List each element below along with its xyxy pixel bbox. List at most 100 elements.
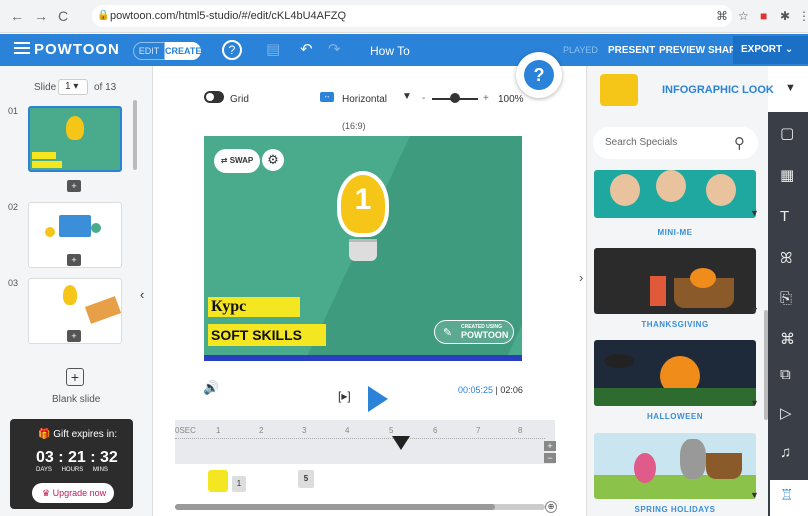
url-text[interactable]: powtoon.com/html5-studio/#/edit/cKL4bU4A… (110, 10, 346, 22)
present-button[interactable]: PRESENT (608, 45, 655, 56)
menu-dots-icon[interactable]: ⋮ (798, 9, 808, 23)
shapes-icon[interactable]: ⌘ (780, 330, 795, 348)
add-slide-icon[interactable]: + (67, 180, 81, 192)
tick-label: 2 (259, 426, 264, 435)
props-icon[interactable]: ⎘ (780, 290, 792, 307)
tick-label: 3 (302, 426, 307, 435)
slides-scrollbar[interactable] (133, 100, 137, 170)
gear-icon[interactable]: ⚙ (262, 149, 284, 171)
blank-slide-label[interactable]: Blank slide (52, 394, 100, 405)
special-label: MINI-ME (657, 228, 693, 237)
reload-icon[interactable]: C (58, 8, 68, 24)
slide-title-line1[interactable]: Курс (208, 297, 300, 317)
add-slide-icon[interactable]: + (67, 330, 81, 342)
track-item-bulb[interactable] (208, 470, 228, 492)
create-mode-button[interactable]: CREATE (165, 42, 201, 60)
special-card-spring-holidays[interactable] (594, 433, 756, 499)
notes-icon[interactable]: ▤ (266, 40, 280, 58)
mins-label: MINS (92, 467, 108, 473)
video-icon[interactable]: ▷ (780, 404, 792, 422)
play-button[interactable] (368, 386, 388, 412)
time-total: 02:06 (500, 385, 523, 395)
play-frame-icon[interactable]: [▸] (338, 389, 351, 403)
zoom-slider-handle[interactable] (450, 93, 460, 103)
music-icon[interactable]: ♫ (780, 444, 791, 461)
translate-icon[interactable]: ⌘ (716, 9, 728, 23)
upgrade-label: Upgrade now (52, 488, 107, 498)
media-icon[interactable]: ⧉ (780, 366, 791, 383)
slide-thumbnail-1[interactable] (28, 106, 122, 172)
star-icon[interactable]: ☆ (738, 9, 749, 23)
bulb-icon (63, 285, 77, 305)
coin-icon (45, 227, 55, 237)
layout-icon[interactable]: ▢ (780, 124, 794, 142)
stage-stripe (204, 355, 522, 361)
badge-brand-text: POWTOON (461, 330, 509, 340)
zoom-in-timeline-icon[interactable]: + (544, 441, 556, 451)
slide-total: of 13 (94, 82, 117, 93)
preview-button[interactable]: PREVIEW (659, 45, 705, 56)
extension-icon[interactable]: ■ (760, 9, 767, 23)
special-card-halloween[interactable] (594, 340, 756, 406)
style-label[interactable]: INFOGRAPHIC LOOK (662, 84, 774, 96)
export-button[interactable]: EXPORT ⌄ (733, 36, 808, 64)
zoom-minus-icon[interactable]: - (422, 93, 425, 104)
crown-icon: ♛ (42, 488, 51, 498)
menu-icon[interactable] (14, 42, 30, 44)
text-icon[interactable]: T (780, 208, 789, 225)
style-dropdown-icon[interactable]: ▼ (785, 82, 796, 94)
background-pattern-icon[interactable]: ▦ (780, 166, 794, 184)
characters-icon[interactable]: ꕤ (780, 250, 792, 267)
card-menu-icon[interactable]: ▼ (750, 490, 759, 500)
slide-title-line2[interactable]: SOFT SKILLS (208, 324, 326, 346)
card-menu-icon[interactable]: ▼ (750, 208, 759, 218)
timeline-track[interactable] (175, 420, 555, 464)
special-label: SPRING HOLIDAYS (634, 505, 716, 514)
tick-label: 1 (216, 426, 221, 435)
orientation-dropdown-icon[interactable]: ▼ (402, 91, 412, 102)
countdown-days: 03 (36, 449, 54, 466)
card-menu-icon[interactable]: ▼ (750, 305, 759, 315)
puzzle-icon[interactable]: ✱ (780, 9, 790, 23)
add-slide-icon[interactable]: + (67, 254, 81, 266)
collapse-right-icon[interactable]: › (579, 270, 583, 285)
help-icon[interactable]: ? (524, 60, 554, 90)
zoom-plus-icon[interactable]: + (483, 93, 489, 104)
special-card-mini-me[interactable] (594, 170, 756, 218)
track-item[interactable]: 5 (298, 470, 314, 488)
slide-number: 02 (8, 202, 19, 212)
redo-icon[interactable]: ↷ (328, 40, 341, 58)
grid-toggle[interactable] (204, 91, 224, 103)
bulb-base (349, 239, 377, 261)
swap-button[interactable]: ⇄ SWAP (214, 149, 260, 173)
card-menu-icon[interactable]: ▼ (750, 398, 759, 408)
countdown: 03 : 21 : 32 (36, 449, 118, 466)
edit-mode-button[interactable]: EDIT (133, 42, 165, 60)
target-icon[interactable]: ⊕ (545, 501, 557, 513)
back-icon[interactable]: ← (10, 8, 24, 24)
hours-label: HOURS (61, 467, 84, 473)
speaker-icon[interactable]: 🔊 (203, 380, 219, 396)
upgrade-button[interactable]: ♛ Upgrade now (32, 483, 114, 503)
search-icon[interactable]: ⚲ (734, 134, 745, 152)
track-item[interactable]: 1 (232, 476, 246, 492)
playback-time: 00:05:25 | 02:06 (458, 385, 523, 395)
blank-slide-icon[interactable]: + (66, 368, 84, 386)
undo-icon[interactable]: ↶ (300, 40, 313, 58)
how-to-link[interactable]: How To (370, 44, 410, 58)
playhead-marker[interactable] (392, 436, 410, 450)
days-label: DAYS (36, 467, 52, 473)
tick-label: 7 (476, 426, 481, 435)
special-card-thanksgiving[interactable] (594, 248, 756, 314)
created-using-badge: ✎ CREATED USING POWTOON (434, 320, 514, 344)
timeline-ruler (175, 438, 545, 442)
forward-icon[interactable]: → (34, 8, 48, 24)
collapse-left-icon[interactable]: ‹ (140, 287, 144, 302)
specials-icon[interactable]: ♖ (780, 486, 793, 504)
time-current: 00:05:25 (458, 385, 494, 395)
slide-selector[interactable]: 1 ▾ (58, 79, 88, 95)
title-block (32, 152, 56, 159)
zoom-out-timeline-icon[interactable]: − (544, 453, 556, 463)
scrollbar-thumb[interactable] (175, 504, 495, 510)
help-circle-icon[interactable]: ? (222, 40, 242, 60)
